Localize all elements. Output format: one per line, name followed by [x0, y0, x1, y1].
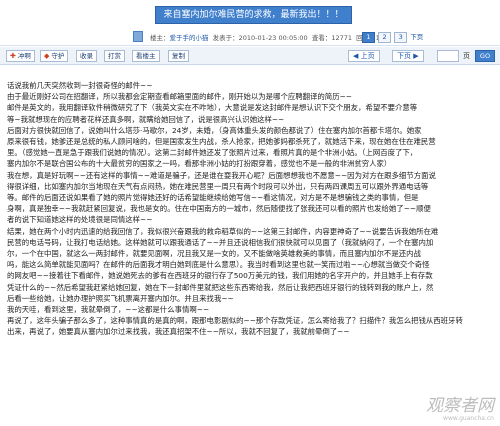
- post-line: 里。（感觉她一直是急于跟我们说她的情况）。这第二封邮件她还发了张照片过来，看照片…: [7, 148, 418, 158]
- post-line: 者的说下知道她这样的处境很是同情这样~~: [7, 215, 153, 225]
- post-line: 话说我前几天突然收到一封很奇怪的邮件~~: [7, 81, 153, 90]
- page-link[interactable]: 3: [394, 32, 408, 43]
- post-line: 等。邮件的后面还说如果看了她的照片觉得她还好的话希望能继续给她写信~~看这情况，…: [7, 193, 419, 203]
- post-line: 再说了，这年头骗子那么多了，这种事情真的是真的啊，跟那电影剧似的~~那个存款凭证…: [7, 316, 463, 326]
- arrow-left-icon: ◀: [353, 52, 359, 60]
- post-line: 等~我就想现在的应聘者花样还真多啊，就瞒给她回信了，说是很高兴认识她这样~~: [7, 114, 285, 124]
- shield-icon: ◆: [44, 52, 50, 60]
- post-button[interactable]: ✚ 冲啊: [6, 50, 35, 62]
- thread-meta-text: 楼主：爱于手的小猫 发表于：2010-01-23 00:05:00 查看：127…: [150, 32, 388, 42]
- author-label: 楼主: [150, 34, 163, 42]
- site-watermark: 观察者网 www.guancha.cn: [426, 397, 494, 422]
- view-author-only-button[interactable]: 看楼主: [132, 50, 160, 62]
- post-line: 后面对方很快就回信了，说她叫什么塔莎·马歇尔，24岁，未婚，（身高体重头发的颜色…: [7, 125, 422, 135]
- thread-title: 来自塞内加尔难民营的求救，最新我出！！！: [155, 6, 352, 24]
- next-page-link[interactable]: 下页: [410, 33, 423, 41]
- posted-time: 2010-01-23 00:05:00: [238, 34, 308, 42]
- reward-button[interactable]: 打赏: [104, 50, 125, 62]
- copy-button[interactable]: 复制: [168, 50, 189, 62]
- guard-button[interactable]: ◆ 守护: [40, 50, 69, 62]
- post-line: 邮件是英文的，我用翻译软件稍微研究了下（我英文实在不咋地），大意说是发这封邮件是…: [7, 103, 418, 113]
- next-page-button[interactable]: 下页 ▶: [392, 50, 424, 62]
- post-line: 尔，一个在中国，就这么一两封邮件，就要见面啊，况且我又是一女的，又不能做啥英雄救…: [7, 249, 421, 259]
- views-count: 12771: [331, 34, 353, 42]
- page-link[interactable]: 1: [362, 32, 375, 43]
- page-number-input[interactable]: [437, 50, 459, 62]
- post-line: 结果，她在两个小时内迅速的给我回信了，我似很兴奋跟我的救命稻草似的~~这第三封邮…: [7, 226, 439, 236]
- author-avatar-icon[interactable]: [133, 31, 143, 42]
- post-line: 民营的电话号码，让我打电话给她。这样她就可以跟我通话了~~并且还说相信我们很快就…: [7, 237, 434, 247]
- post-line: 吗，能这么简单就能见面吗？在邮件的后面我才明白她到底是什么意思）。我当时看到这里…: [7, 260, 430, 270]
- post-line: 原来很有钱，她爹还是总统的私人顾问啥的，但是国家发生内战，杀人抢家，把她爹妈都杀…: [7, 137, 436, 147]
- prev-page-button[interactable]: ◀ 上页: [348, 50, 380, 62]
- star-icon: ✚: [10, 52, 16, 60]
- post-line: 由于最近刚好公司在招翻译，所以我都会定期查看邮箱里面的邮件，刚开始以为是哪个应聘…: [7, 92, 352, 102]
- thread-toolbar: ✚ 冲啊 ◆ 守护 收录 打赏 看楼主 复制 ◀ 上页 下页 ▶ 页 GO: [0, 47, 500, 65]
- post-line: 得很详细，比如塞内加尔当地现在天气有点闷热，她在难民营里一周只有两个时段可以外出…: [7, 181, 429, 191]
- author-link[interactable]: 爱于手的小猫: [170, 34, 209, 42]
- post-line: 我在想，真是好玩啊~~还有这样的事情~~难道是骗子，还是谁在耍我开心呢？后面想想…: [7, 170, 436, 180]
- watermark-site-name: 观察者网: [426, 396, 494, 416]
- post-line: 出来，再说了，她要真从塞内加尔过来找我，我还真招架不住~~所以，我就不回复了，我…: [7, 327, 350, 337]
- post-line: 我的天哇，看到这里，我就晕倒了，~~这都是什么事情啊~~: [7, 305, 210, 315]
- posted-label: 发表于: [212, 34, 233, 42]
- post-line: 后看一些给她，让她办理护照买飞机票离开塞内加尔。并且来找我~~: [7, 293, 234, 303]
- post-line: 的网友吧~~接着往下看邮件，她说她死去的爹有在西班牙的银行存了500万美元的钱，…: [7, 271, 433, 281]
- post-body: 话说我前几天突然收到一封很奇怪的邮件~~ 由于最近刚好公司在招翻译，所以我都会定…: [7, 80, 493, 338]
- post-line: 塞内加尔不是联合国公布的十大最贫穷的国家之一吗，看那非洲小姑的打扮跟穿着，感觉也…: [7, 159, 392, 169]
- page-link[interactable]: 2: [378, 32, 392, 43]
- thread-meta-row: 楼主：爱于手的小猫 发表于：2010-01-23 00:05:00 查看：127…: [0, 28, 500, 46]
- arrow-right-icon: ▶: [413, 52, 419, 60]
- collect-button[interactable]: 收录: [76, 50, 97, 62]
- views-label: 查看: [311, 34, 325, 42]
- post-line: 身啊，真是独幸~~我就赶紧回复说，我也是女的。住在中国南方的一城市，然后随便找了…: [7, 204, 431, 214]
- go-button[interactable]: GO: [475, 50, 495, 62]
- top-pager: 1 2 3 下页: [362, 31, 423, 43]
- page-unit-label: 页: [463, 52, 470, 60]
- watermark-site-url: www.guancha.cn: [443, 415, 494, 422]
- post-line: 凭证什么的~~然后希望我赶紧给她回复，她在下一封邮件里就把这些东西寄给我，然后让…: [7, 282, 434, 292]
